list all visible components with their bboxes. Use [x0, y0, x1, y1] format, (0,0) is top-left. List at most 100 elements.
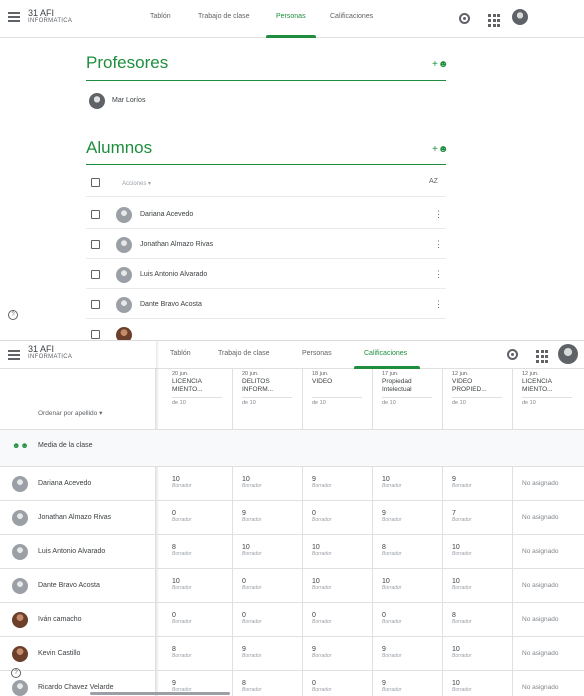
grade-cell[interactable]: 8 Borrador	[452, 612, 512, 625]
grade-value: 10	[312, 578, 320, 585]
row-divider	[86, 258, 446, 259]
assignment-column[interactable]: 18 jun. VIDEO de 10	[312, 371, 364, 433]
tab-people[interactable]: Personas	[302, 350, 332, 357]
assignment-title[interactable]: LICENCIA MIENTO...	[522, 378, 574, 394]
grade-cell[interactable]: 10 Borrador	[312, 544, 372, 557]
not-assigned-cell[interactable]: No asignado	[522, 480, 559, 487]
grade-cell[interactable]: 9 Borrador	[242, 510, 302, 523]
apps-grid-icon[interactable]	[488, 14, 502, 28]
grade-cell[interactable]: 10 Borrador	[172, 578, 232, 591]
student-name[interactable]: Jonathan Almazo Rivas	[38, 514, 111, 521]
horizontal-scrollbar[interactable]	[90, 692, 230, 695]
assignment-title[interactable]: VIDEO	[312, 378, 364, 394]
assignment-title[interactable]: LICENCIA MIENTO...	[172, 378, 224, 394]
grade-cell[interactable]: 9 Borrador	[312, 476, 372, 489]
tab-grades[interactable]: Calificaciones	[330, 13, 373, 20]
assignment-title[interactable]: DELITOS INFORM...	[242, 378, 294, 394]
grade-cell[interactable]: 10 Borrador	[312, 578, 372, 591]
grade-cell[interactable]: 10 Borrador	[452, 646, 512, 659]
grade-cell[interactable]: 9 Borrador	[242, 646, 302, 659]
class-title[interactable]: 31 AFI	[28, 344, 54, 354]
assignment-column[interactable]: 12 jun. LICENCIA MIENTO... de 10	[522, 371, 574, 433]
settings-gear-icon[interactable]	[507, 349, 518, 360]
account-avatar[interactable]	[512, 9, 528, 25]
tab-classwork[interactable]: Trabajo de clase	[198, 13, 250, 20]
grade-cell[interactable]: 0 Borrador	[312, 680, 372, 693]
assignment-column[interactable]: 17 jun. Propiedad Intelectual de 10	[382, 371, 434, 433]
assignment-title[interactable]: VIDEO PROPIED...	[452, 378, 504, 394]
settings-gear-icon[interactable]	[459, 13, 470, 24]
grade-cell[interactable]: 0 Borrador	[312, 612, 372, 625]
apps-grid-icon[interactable]	[536, 350, 550, 364]
invite-student-icon[interactable]: +☻	[432, 144, 448, 155]
invite-teacher-icon[interactable]: +☻	[432, 59, 448, 70]
grade-cell[interactable]: 9 Borrador	[382, 680, 442, 693]
grade-cell[interactable]: 8 Borrador	[242, 680, 302, 693]
not-assigned-cell[interactable]: No asignado	[522, 616, 559, 623]
assignment-column[interactable]: 20 jun. LICENCIA MIENTO... de 10	[172, 371, 224, 433]
grade-cell[interactable]: 0 Borrador	[242, 612, 302, 625]
student-checkbox[interactable]	[91, 270, 100, 279]
tab-people[interactable]: Personas	[276, 13, 306, 20]
sort-az-icon[interactable]: AZ	[429, 178, 438, 185]
grade-cell[interactable]: 8 Borrador	[382, 544, 442, 557]
select-all-checkbox[interactable]	[91, 178, 100, 187]
account-avatar[interactable]	[558, 344, 578, 364]
tab-stream[interactable]: Tablón	[170, 350, 191, 357]
grade-cell[interactable]: 10 Borrador	[172, 476, 232, 489]
grade-value: 10	[452, 680, 460, 687]
assignment-title[interactable]: Propiedad Intelectual	[382, 378, 434, 394]
grade-cell[interactable]: 10 Borrador	[452, 544, 512, 557]
grade-cell[interactable]: 8 Borrador	[172, 544, 232, 557]
grade-cell[interactable]: 9 Borrador	[382, 510, 442, 523]
tab-grades[interactable]: Calificaciones	[364, 350, 407, 357]
grade-cell[interactable]: 10 Borrador	[382, 578, 442, 591]
grade-cell[interactable]: 0 Borrador	[382, 612, 442, 625]
assignment-column[interactable]: 12 jun. VIDEO PROPIED... de 10	[452, 371, 504, 433]
grade-cell[interactable]: 10 Borrador	[452, 680, 512, 693]
grade-cell[interactable]: 0 Borrador	[172, 612, 232, 625]
grade-cell[interactable]: 9 Borrador	[382, 646, 442, 659]
student-name[interactable]: Dante Bravo Acosta	[38, 582, 100, 589]
tab-stream[interactable]: Tablón	[150, 13, 171, 20]
more-options-icon[interactable]: ⋮	[434, 269, 443, 280]
hamburger-menu-icon[interactable]	[8, 12, 20, 22]
grade-cell[interactable]: 8 Borrador	[172, 646, 232, 659]
grade-cell[interactable]: 7 Borrador	[452, 510, 512, 523]
student-name[interactable]: Kevin Castillo	[38, 650, 80, 657]
grade-cell[interactable]: 0 Borrador	[312, 510, 372, 523]
more-options-icon[interactable]: ⋮	[434, 299, 443, 310]
grade-cell[interactable]: 0 Borrador	[172, 510, 232, 523]
grade-value: 10	[312, 544, 320, 551]
actions-dropdown[interactable]: Acciones ▾	[122, 180, 151, 187]
student-name[interactable]: Iván camacho	[38, 616, 82, 623]
student-checkbox[interactable]	[91, 300, 100, 309]
more-options-icon[interactable]: ⋮	[434, 209, 443, 220]
student-checkbox[interactable]	[91, 240, 100, 249]
more-options-icon[interactable]: ⋮	[434, 239, 443, 250]
not-assigned-cell[interactable]: No asignado	[522, 514, 559, 521]
grade-cell[interactable]: 9 Borrador	[452, 476, 512, 489]
help-icon[interactable]: ?	[11, 668, 21, 678]
grade-cell[interactable]: 10 Borrador	[382, 476, 442, 489]
not-assigned-cell[interactable]: No asignado	[522, 548, 559, 555]
grade-cell[interactable]: 9 Borrador	[312, 646, 372, 659]
sort-dropdown[interactable]: Ordenar por apellido ▾	[38, 409, 102, 417]
help-icon[interactable]: ?	[8, 310, 18, 320]
grade-cell[interactable]: 10 Borrador	[452, 578, 512, 591]
not-assigned-cell[interactable]: No asignado	[522, 650, 559, 657]
student-checkbox[interactable]	[91, 330, 100, 339]
grade-cell[interactable]: 0 Borrador	[242, 578, 302, 591]
student-name[interactable]: Dariana Acevedo	[38, 480, 91, 487]
grade-cell[interactable]: 10 Borrador	[242, 544, 302, 557]
grade-cell[interactable]: 10 Borrador	[242, 476, 302, 489]
student-name[interactable]: Ricardo Chavez Velarde	[38, 684, 114, 691]
not-assigned-cell[interactable]: No asignado	[522, 582, 559, 589]
hamburger-menu-icon[interactable]	[8, 350, 20, 360]
not-assigned-cell[interactable]: No asignado	[522, 684, 559, 691]
tab-classwork[interactable]: Trabajo de clase	[218, 350, 270, 357]
assignment-column[interactable]: 20 jun. DELITOS INFORM... de 10	[242, 371, 294, 433]
student-name[interactable]: Luis Antonio Alvarado	[38, 548, 105, 555]
class-title[interactable]: 31 AFI	[28, 8, 54, 18]
student-checkbox[interactable]	[91, 210, 100, 219]
